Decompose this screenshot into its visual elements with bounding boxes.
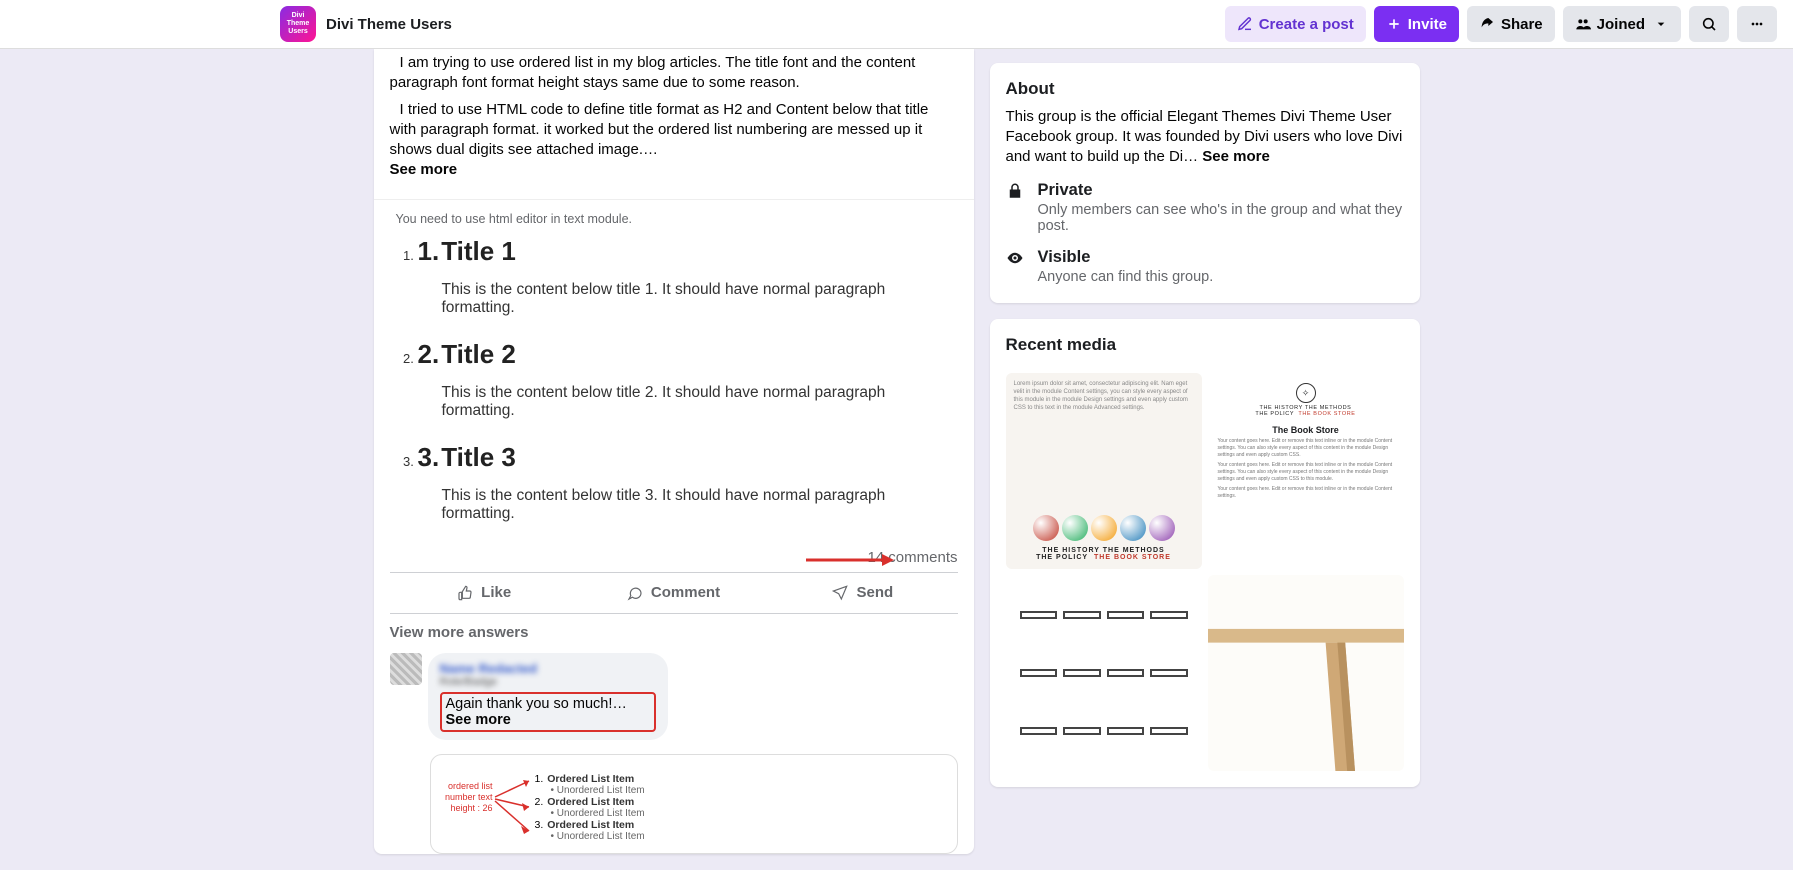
send-button[interactable]: Send (768, 573, 957, 613)
diagram-arrows (493, 777, 533, 847)
search-button[interactable] (1689, 6, 1729, 42)
group-title[interactable]: Divi Theme Users (326, 16, 452, 33)
post-paragraph-2: I tried to use HTML code to define title… (390, 100, 958, 181)
post-see-more[interactable]: See more (390, 161, 458, 178)
view-more-answers[interactable]: View more answers (374, 614, 974, 647)
about-heading: About (1006, 79, 1404, 99)
more-button[interactable] (1737, 6, 1777, 42)
search-icon (1701, 16, 1717, 32)
like-icon (457, 585, 473, 601)
list-item: 3.Title 3 This is the content below titl… (418, 442, 952, 523)
recent-media-heading: Recent media (1006, 335, 1404, 355)
group-avatar[interactable]: Divi Theme Users (280, 6, 316, 42)
about-description: This group is the official Elegant Theme… (1006, 107, 1404, 167)
action-bar: Like Comment Send (390, 572, 958, 614)
invite-button[interactable]: Invite (1374, 6, 1459, 42)
post-paragraph-1: I am trying to use ordered list in my bl… (390, 53, 958, 94)
diagram-list: 1.Ordered List Item • Unordered List Ite… (535, 773, 943, 842)
commenter-badge: Role/Badge (440, 676, 656, 688)
comment-count-row: 14 comments (374, 539, 974, 572)
page: I am trying to use ordered list in my bl… (0, 0, 1793, 870)
commenter-avatar[interactable] (390, 653, 422, 685)
main-column: I am trying to use ordered list in my bl… (374, 49, 974, 870)
share-button[interactable]: Share (1467, 6, 1555, 42)
plus-icon (1386, 16, 1402, 32)
recent-media-card: Recent media Lorem ipsum dolor sit amet,… (990, 319, 1420, 787)
list-item: 2.Title 2 This is the content below titl… (418, 339, 952, 420)
joined-button[interactable]: Joined (1563, 6, 1681, 42)
media-thumbnail[interactable] (1208, 575, 1404, 771)
about-private: Private Only members can see who's in th… (1006, 181, 1404, 234)
annotation-arrow (804, 553, 894, 567)
diagram-label: ordered list number text height : 26 (443, 781, 493, 813)
about-card: About This group is the official Elegant… (990, 63, 1420, 303)
share-icon (1479, 16, 1495, 32)
post-attachment: You need to use html editor in text modu… (374, 200, 974, 539)
media-thumbnail[interactable]: Lorem ipsum dolor sit amet, consectetur … (1006, 373, 1202, 569)
comment-bubble: Name Redacted Role/Badge Again thank you… (428, 653, 668, 741)
top-bar: Divi Theme Users Divi Theme Users Create… (0, 0, 1793, 49)
comment-button[interactable]: Comment (579, 573, 768, 613)
about-visible: Visible Anyone can find this group. (1006, 248, 1404, 285)
media-thumbnail[interactable]: ✧ THE HISTORY THE METHODSTHE POLICY THE … (1208, 373, 1404, 569)
list-item: 1.Title 1 This is the content below titl… (418, 236, 952, 317)
send-icon (832, 585, 848, 601)
commenter-name[interactable]: Name Redacted (440, 661, 656, 677)
post-card: I am trying to use ordered list in my bl… (374, 49, 974, 854)
chevron-down-icon (1653, 16, 1669, 32)
media-thumbnail[interactable] (1006, 575, 1202, 771)
comment-attachment[interactable]: ordered list number text height : 26 1.O… (430, 754, 958, 854)
topbar-actions: Create a post Invite Share Joined (1225, 6, 1777, 42)
lock-icon (1006, 181, 1026, 234)
post-body: I am trying to use ordered list in my bl… (374, 49, 974, 200)
attachment-list: 1.Title 1 This is the content below titl… (396, 236, 952, 523)
attachment-note: You need to use html editor in text modu… (396, 212, 952, 226)
comment-see-more[interactable]: See more (446, 712, 511, 728)
comment-text-highlight: Again thank you so much!… See more (440, 692, 656, 732)
comment-row: Name Redacted Role/Badge Again thank you… (374, 647, 974, 751)
dots-icon (1749, 16, 1765, 32)
compose-icon (1237, 16, 1253, 32)
comment-icon (627, 585, 643, 601)
like-button[interactable]: Like (390, 573, 579, 613)
create-post-button[interactable]: Create a post (1225, 6, 1366, 42)
side-column: About This group is the official Elegant… (990, 63, 1420, 870)
eye-icon (1006, 248, 1026, 285)
media-grid: Lorem ipsum dolor sit amet, consectetur … (990, 373, 1420, 787)
about-see-more[interactable]: See more (1202, 148, 1270, 165)
topbar-left: Divi Theme Users Divi Theme Users (280, 6, 452, 42)
group-icon (1575, 16, 1591, 32)
